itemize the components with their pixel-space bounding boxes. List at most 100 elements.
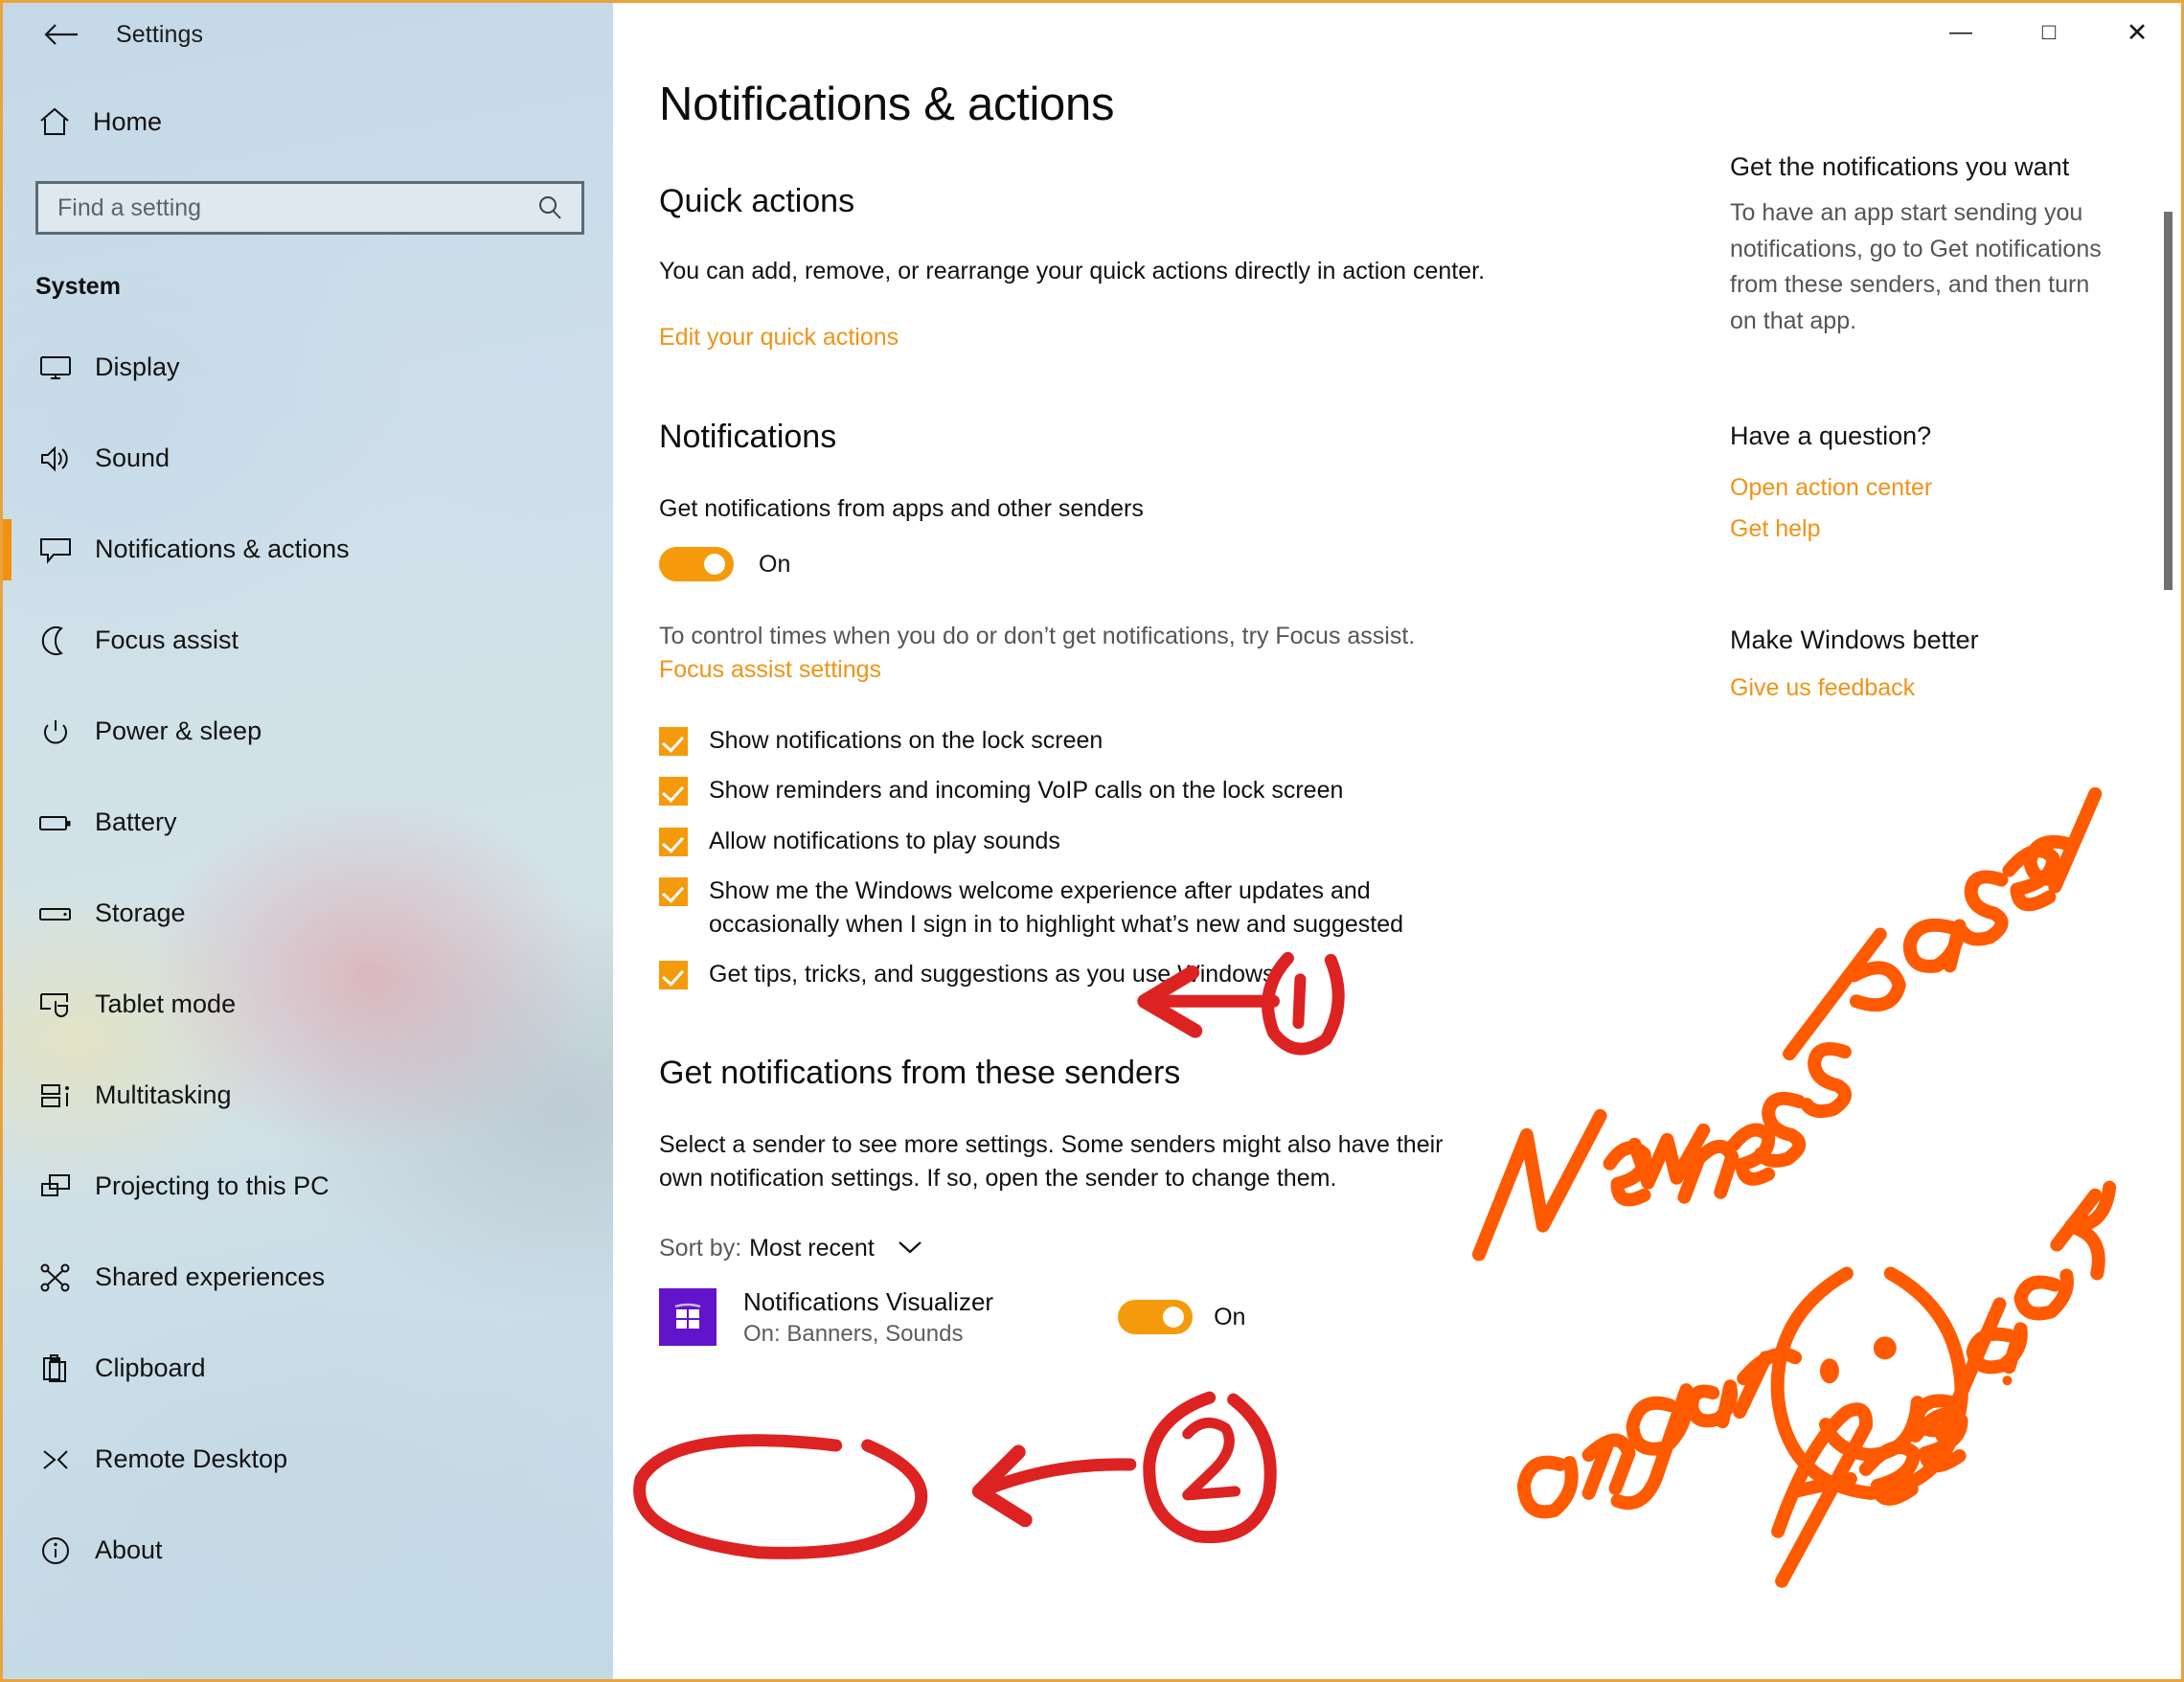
back-arrow-icon[interactable] [32,11,91,57]
sidebar-item-label: Projecting to this PC [95,1171,330,1200]
sidebar-item-projecting-to-this-pc[interactable]: Projecting to this PC [3,1141,613,1232]
senders-heading: Get notifications from these senders [659,1054,1181,1091]
monitor-icon [28,353,83,382]
search-icon[interactable] [534,194,566,221]
checkbox-lock-screen[interactable] [659,726,688,756]
active-indicator [3,518,11,580]
maximize-button[interactable]: □ [2005,3,2093,62]
sidebar-item-focus-assist[interactable]: Focus assist [3,595,613,686]
sidebar-item-sound[interactable]: Sound [3,413,613,504]
toggle-knob [704,554,725,575]
sidebar-item-shared-experiences[interactable]: Shared experiences [3,1232,613,1323]
info-heading: Get the notifications you want [1730,152,2070,181]
toggle-state-label: On [759,550,791,578]
home-icon [28,106,81,137]
drive-icon [28,903,83,924]
search-input[interactable] [57,193,534,222]
info-heading: Have a question? [1730,421,1932,450]
sidebar-item-tablet-mode[interactable]: Tablet mode [3,959,613,1050]
sender-list-item[interactable]: Notifications Visualizer On: Banners, So… [659,1287,1646,1348]
sidebar: Settings Home System Display [3,3,613,1679]
sidebar-item-label: Tablet mode [95,989,237,1018]
sidebar-item-label: Focus assist [95,625,239,654]
window-title: Settings [116,20,204,48]
sender-name: Notifications Visualizer [743,1286,994,1316]
checkbox-label: Allow notifications to play sounds [709,827,1060,854]
sidebar-item-battery[interactable]: Battery [3,777,613,868]
info-section-make-windows-better: Make Windows better Give us feedback [1730,625,2181,702]
give-us-feedback-link[interactable]: Give us feedback [1730,674,2181,702]
sidebar-item-label: Sound [95,443,171,472]
checkbox-label: Get tips, tricks, and suggestions as you… [709,961,1275,988]
focus-assist-settings-link[interactable]: Focus assist settings [659,656,881,684]
checkbox-row[interactable]: Allow notifications to play sounds [659,825,1646,858]
open-action-center-link[interactable]: Open action center [1730,474,2181,502]
sidebar-item-label: About [95,1535,163,1564]
checkbox-play-sounds[interactable] [659,827,688,856]
sidebar-item-remote-desktop[interactable]: Remote Desktop [3,1414,613,1505]
search-box[interactable] [35,181,584,235]
checkbox-tips-tricks[interactable] [659,961,688,989]
checkbox-row[interactable]: Show reminders and incoming VoIP calls o… [659,774,1646,807]
checkbox-label: Show reminders and incoming VoIP calls o… [709,777,1344,804]
senders-description: Select a sender to see more settings. So… [659,1130,1444,1193]
notifications-heading: Notifications [659,418,837,455]
sidebar-item-storage[interactable]: Storage [3,868,613,959]
sidebar-item-display[interactable]: Display [3,322,613,413]
remote-desktop-icon [28,1445,83,1474]
info-paragraph: To have an app start sending you notific… [1730,199,2102,334]
checkbox-row[interactable]: Show me the Windows welcome experience a… [659,875,1646,941]
clipboard-icon [28,1352,83,1385]
get-help-link[interactable]: Get help [1730,515,2181,543]
title-bar: Settings [3,3,613,66]
quick-actions-heading: Quick actions [659,183,855,219]
toggle-knob [1163,1307,1185,1328]
sidebar-item-power-and-sleep[interactable]: Power & sleep [3,686,613,777]
checkbox-voip-lock-screen[interactable] [659,777,688,806]
sidebar-item-label: Shared experiences [95,1262,326,1291]
sender-status: On: Banners, Sounds [743,1320,964,1347]
sidebar-item-label: Notifications & actions [95,534,350,563]
sidebar-item-about[interactable]: About [3,1505,613,1596]
window-controls: — □ ✕ [1917,3,2181,62]
sidebar-item-multitasking[interactable]: Multitasking [3,1050,613,1141]
focus-assist-hint: To control times when you do or don’t ge… [659,623,1416,649]
sort-by-value: Most recent [749,1234,875,1262]
info-circle-icon [28,1535,83,1566]
sidebar-item-label: Display [95,352,180,381]
sidebar-item-label: Power & sleep [95,716,262,745]
sidebar-item-label: Clipboard [95,1353,206,1382]
sidebar-item-clipboard[interactable]: Clipboard [3,1323,613,1414]
sidebar-item-notifications-and-actions[interactable]: Notifications & actions [3,504,613,595]
chevron-down-icon[interactable] [896,1235,924,1262]
battery-icon [28,811,83,834]
settings-window: Settings Home System Display [0,0,2184,1682]
speech-bubble-icon [28,535,83,564]
edit-quick-actions-link[interactable]: Edit your quick actions [659,324,899,352]
sidebar-item-label: Storage [95,898,186,927]
notifications-toggle-label: Get notifications from apps and other se… [659,494,1144,522]
vertical-scrollbar[interactable] [2164,212,2173,590]
settings-column: Notifications & actions Quick actions Yo… [659,78,1646,1348]
share-nodes-icon [28,1262,83,1293]
close-button[interactable]: ✕ [2093,3,2181,62]
sidebar-item-home[interactable]: Home [3,93,613,150]
sort-by-label: Sort by: [659,1234,742,1262]
get-notifications-toggle[interactable] [659,547,734,581]
minimize-button[interactable]: — [1917,3,2005,62]
sidebar-item-label: Remote Desktop [95,1444,288,1473]
power-icon [28,716,83,747]
checkbox-row[interactable]: Show notifications on the lock screen [659,724,1646,758]
sender-toggle[interactable] [1118,1300,1194,1334]
checkbox-welcome-experience[interactable] [659,877,688,906]
checkbox-label: Show me the Windows welcome experience a… [709,877,1403,938]
checkbox-row[interactable]: Get tips, tricks, and suggestions as you… [659,958,1646,991]
tablet-touch-icon [28,989,83,1020]
sender-toggle-state: On [1214,1303,1246,1330]
sort-by-dropdown[interactable]: Sort by: Most recent [659,1235,1646,1262]
sidebar-item-label: Multitasking [95,1080,232,1109]
info-section-get-notifications: Get the notifications you want To have a… [1730,152,2181,339]
main-content: — □ ✕ Notifications & actions Quick acti… [613,3,2181,1679]
notifications-toggle-row: On [659,547,1646,581]
info-section-have-a-question: Have a question? Open action center Get … [1730,421,2181,543]
